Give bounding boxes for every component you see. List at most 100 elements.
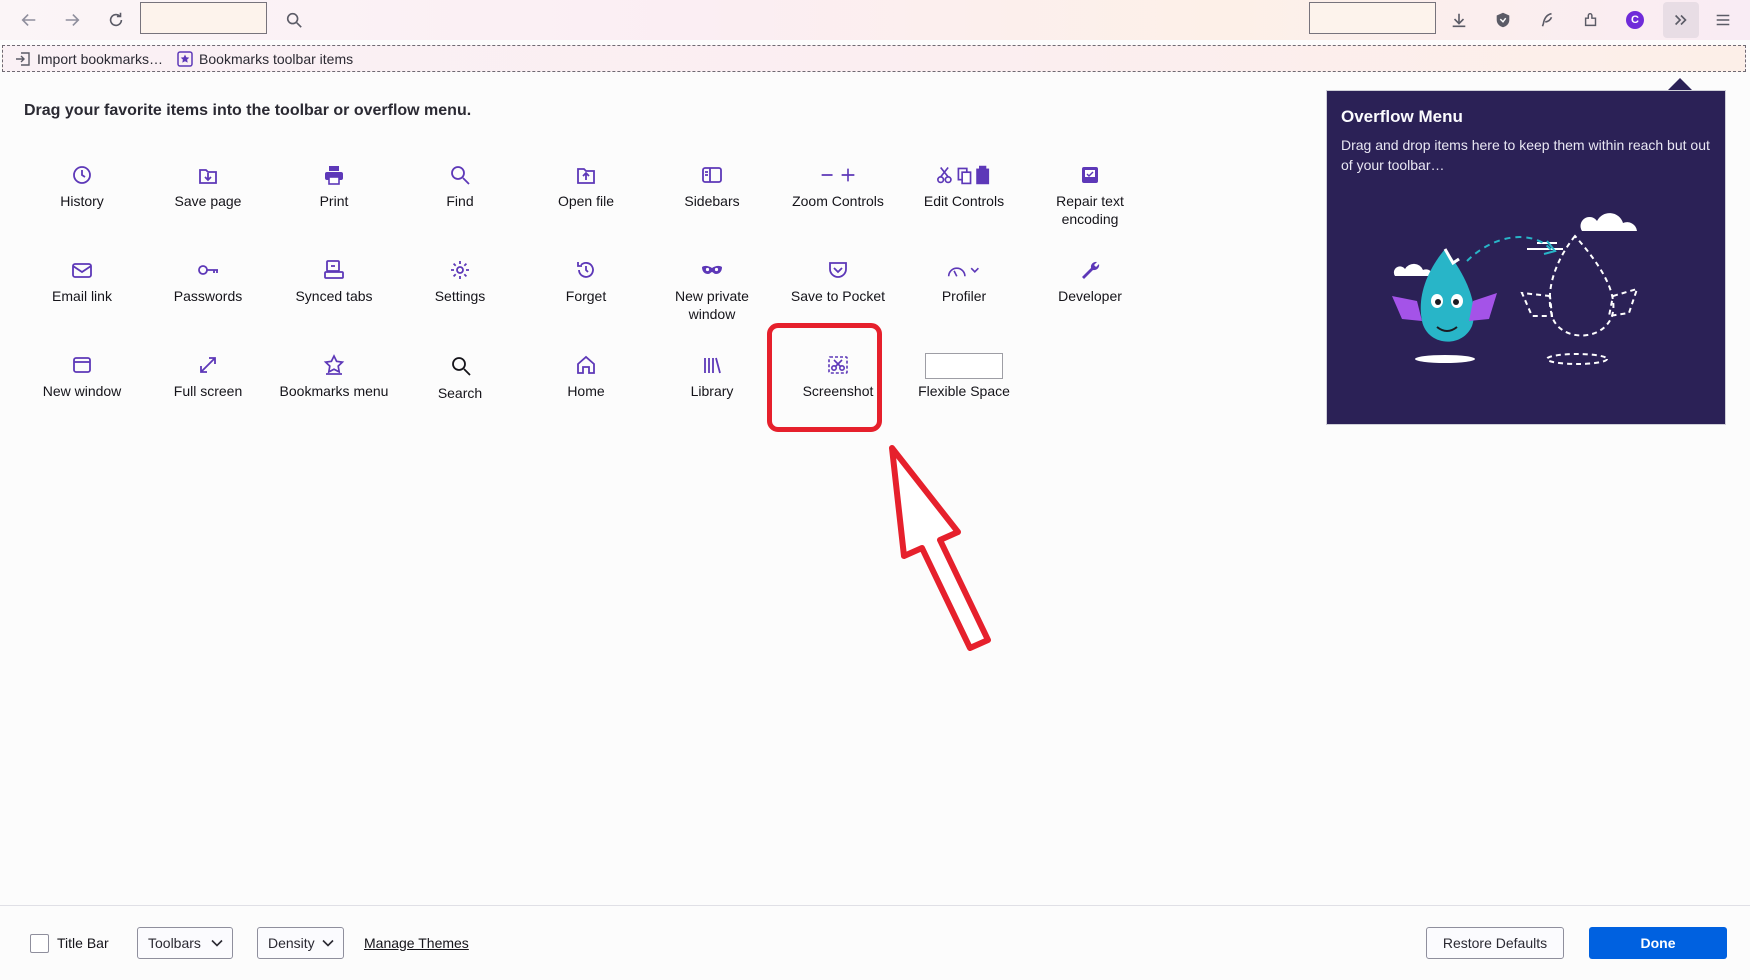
overflow-panel-notch xyxy=(1668,78,1692,90)
downloads-icon[interactable] xyxy=(1443,4,1475,36)
search-icon xyxy=(417,350,503,382)
pocket-icon xyxy=(827,255,849,285)
account-avatar[interactable]: C xyxy=(1619,4,1651,36)
palette-item-email-link[interactable]: Email link xyxy=(22,255,142,305)
url-field-placeholder[interactable] xyxy=(140,2,267,34)
density-dropdown-label: Density xyxy=(268,935,315,951)
palette-item-label: Repair text encoding xyxy=(1056,193,1124,227)
annotation-arrow-icon xyxy=(889,445,991,651)
done-button[interactable]: Done xyxy=(1589,927,1727,959)
palette-item-library[interactable]: Library xyxy=(652,350,772,400)
sidebars-icon xyxy=(701,160,723,190)
palette-item-label: Zoom Controls xyxy=(792,193,884,209)
fullscreen-icon xyxy=(197,350,219,380)
bookmark-star-icon xyxy=(177,50,193,67)
restore-defaults-button[interactable]: Restore Defaults xyxy=(1426,927,1564,959)
palette-item-label: Edit Controls xyxy=(923,193,1005,209)
palette-item-save-to-pocket[interactable]: Save to Pocket xyxy=(778,255,898,305)
palette-item-find[interactable]: Find xyxy=(400,160,520,210)
shield-icon[interactable] xyxy=(1487,4,1519,36)
palette-item-zoom-controls[interactable]: Zoom Controls xyxy=(778,160,898,210)
save-page-icon xyxy=(197,160,219,190)
extensions-icon[interactable] xyxy=(1575,4,1607,36)
customize-footer: Title Bar Toolbars Density Manage Themes… xyxy=(0,905,1750,980)
palette-item-full-screen[interactable]: Full screen xyxy=(148,350,268,400)
bookmarks-toolbar-items[interactable]: Bookmarks toolbar items xyxy=(177,51,353,67)
reload-icon[interactable] xyxy=(100,4,132,36)
home-icon xyxy=(575,350,597,380)
palette-item-edit-controls[interactable]: Edit Controls xyxy=(904,160,1024,210)
title-bar-label: Title Bar xyxy=(57,935,109,951)
palette-item-print[interactable]: Print xyxy=(274,160,394,210)
palette-item-forget[interactable]: Forget xyxy=(526,255,646,305)
navigation-toolbar: C xyxy=(0,0,1750,40)
open-file-icon xyxy=(575,160,597,190)
palette-item-label: Print xyxy=(319,193,349,209)
palette-item-sidebars[interactable]: Sidebars xyxy=(652,160,772,210)
palette-item-label: Save to Pocket xyxy=(790,288,886,304)
back-icon[interactable] xyxy=(13,4,45,36)
palette-item-flexible-space[interactable]: Flexible Space xyxy=(904,350,1024,400)
palette-item-label: Open file xyxy=(557,193,615,209)
find-icon xyxy=(449,160,471,190)
palette-item-developer[interactable]: Developer xyxy=(1030,255,1150,305)
palette-item-label: New window xyxy=(42,383,122,399)
import-icon xyxy=(16,51,30,66)
palette-item-profiler[interactable]: Profiler xyxy=(904,255,1024,305)
history-icon xyxy=(71,160,93,190)
feather-icon[interactable] xyxy=(1531,4,1563,36)
overflow-menu-description: Drag and drop items here to keep them wi… xyxy=(1341,137,1710,173)
title-bar-checkbox[interactable] xyxy=(30,934,49,953)
palette-item-synced-tabs[interactable]: Synced tabs xyxy=(274,255,394,305)
key-icon xyxy=(197,255,219,285)
chevron-down-icon xyxy=(211,939,223,947)
menu-icon[interactable] xyxy=(1707,4,1739,36)
palette-item-bookmarks-menu[interactable]: Bookmarks menu xyxy=(274,350,394,400)
wrench-icon xyxy=(1079,255,1101,285)
profiler-icon xyxy=(946,255,982,285)
palette-item-new-private-window[interactable]: New private window xyxy=(652,255,772,323)
customize-instructions: Drag your favorite items into the toolba… xyxy=(24,102,472,119)
bookmarks-toolbar: Import bookmarks… Bookmarks toolbar item… xyxy=(2,45,1746,72)
palette-item-label: Full screen xyxy=(173,383,243,399)
edit-controls-icon xyxy=(936,160,992,190)
palette-item-home[interactable]: Home xyxy=(526,350,646,400)
palette-item-label: Settings xyxy=(434,288,486,304)
manage-themes-link[interactable]: Manage Themes xyxy=(364,935,469,951)
toolbar-field-placeholder[interactable] xyxy=(1309,2,1436,34)
palette-item-history[interactable]: History xyxy=(22,160,142,210)
palette-item-label: Synced tabs xyxy=(295,288,373,304)
palette-item-settings[interactable]: Settings xyxy=(400,255,520,305)
palette-item-label: Profiler xyxy=(941,288,987,304)
toolbars-dropdown[interactable]: Toolbars xyxy=(137,927,233,959)
palette-item-label: Flexible Space xyxy=(918,383,1010,399)
import-bookmarks-label: Import bookmarks… xyxy=(37,50,164,67)
palette-item-label: New private window xyxy=(675,288,749,322)
palette-item-label: Sidebars xyxy=(684,193,740,209)
forward-icon[interactable] xyxy=(56,4,88,36)
search-icon[interactable] xyxy=(278,4,310,36)
overflow-menu-title: Overflow Menu xyxy=(1341,107,1463,126)
chevron-down-icon xyxy=(322,939,334,947)
palette-item-search[interactable]: Search xyxy=(400,350,520,402)
email-icon xyxy=(71,255,93,285)
palette-item-open-file[interactable]: Open file xyxy=(526,160,646,210)
zoom-controls-icon xyxy=(818,160,858,190)
palette-item-passwords[interactable]: Passwords xyxy=(148,255,268,305)
dragon-illustration-icon xyxy=(1392,213,1639,365)
overflow-chevron-icon[interactable] xyxy=(1663,2,1699,38)
toolbars-dropdown-label: Toolbars xyxy=(148,935,201,951)
palette-item-save-page[interactable]: Save page xyxy=(148,160,268,210)
palette-item-label: Forget xyxy=(565,288,607,304)
palette-item-new-window[interactable]: New window xyxy=(22,350,142,400)
palette-item-repair-text-encoding[interactable]: Repair text encoding xyxy=(1030,160,1150,228)
palette-item-label: History xyxy=(60,193,104,209)
import-bookmarks-button[interactable]: Import bookmarks… xyxy=(15,51,163,67)
palette-item-label: Passwords xyxy=(173,288,243,304)
print-icon xyxy=(323,160,345,190)
bookmark-star-icon xyxy=(323,350,345,380)
palette-item-label: Bookmarks menu xyxy=(279,383,389,399)
overflow-menu-panel[interactable]: Overflow Menu Drag and drop items here t… xyxy=(1326,90,1726,425)
new-window-icon xyxy=(71,350,93,380)
density-dropdown[interactable]: Density xyxy=(257,927,344,959)
